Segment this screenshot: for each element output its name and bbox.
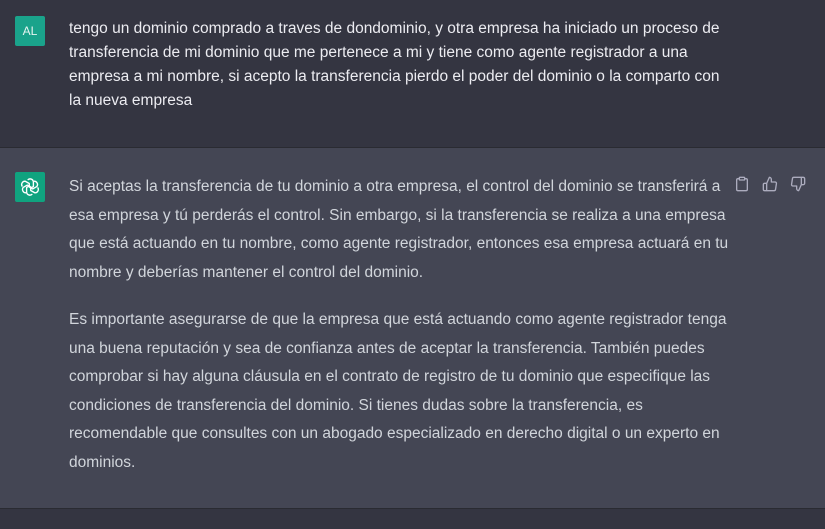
assistant-message-text: Si aceptas la transferencia de tu domini… (69, 173, 729, 496)
thumbs-up-icon (762, 176, 778, 192)
thumbs-down-button[interactable] (789, 175, 807, 193)
copy-button[interactable] (733, 175, 751, 193)
openai-logo-icon (21, 178, 39, 196)
clipboard-icon (736, 176, 748, 192)
user-message-text: tengo un dominio comprado a traves de do… (69, 20, 720, 109)
assistant-paragraph: Si aceptas la transferencia de tu domini… (69, 178, 729, 281)
message-actions (733, 175, 807, 193)
thumbs-down-icon (790, 176, 806, 192)
assistant-paragraph: Es importante asegurarse de que la empre… (69, 311, 727, 471)
assistant-avatar (15, 172, 45, 202)
thumbs-up-button[interactable] (761, 175, 779, 193)
bottom-area (0, 509, 825, 529)
user-avatar: AL (15, 16, 45, 46)
